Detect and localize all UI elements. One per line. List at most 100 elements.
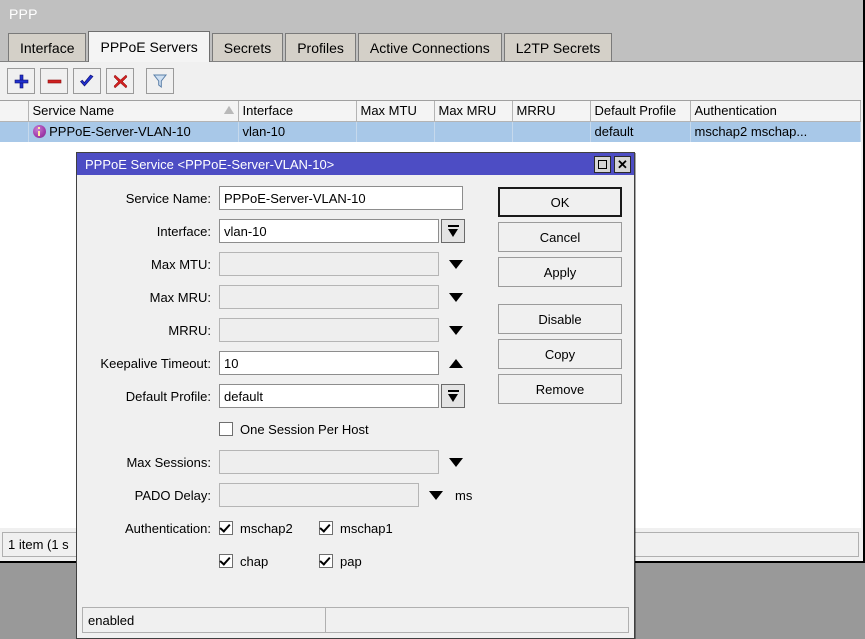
field-row-one-session-per-host: One Session Per Host xyxy=(77,416,487,442)
tab-interface[interactable]: Interface xyxy=(8,33,86,61)
column-header-mrru[interactable]: MRRU xyxy=(512,101,590,121)
dialog-status-bar: enabled xyxy=(82,607,629,633)
field-row-authentication-2: chap pap xyxy=(77,548,487,574)
label-authentication: Authentication: xyxy=(77,521,219,536)
mschap1-checkbox[interactable] xyxy=(319,521,333,535)
mrru-input[interactable] xyxy=(219,318,439,342)
default-profile-input[interactable] xyxy=(219,384,439,408)
remove-button[interactable] xyxy=(40,68,68,94)
auth-option-mschap1: mschap1 xyxy=(319,521,419,536)
pap-label: pap xyxy=(340,554,362,569)
tab-active-connections[interactable]: Active Connections xyxy=(358,33,502,61)
interface-input[interactable] xyxy=(219,219,439,243)
authentication-options-row-2: chap pap xyxy=(219,554,419,569)
plus-icon xyxy=(14,74,29,89)
add-button[interactable] xyxy=(7,68,35,94)
dialog-status-secondary xyxy=(326,607,629,633)
auth-option-chap: chap xyxy=(219,554,319,569)
minus-icon xyxy=(47,74,62,89)
cell-service-name-text: PPPoE-Server-VLAN-10 xyxy=(49,124,191,139)
label-max-sessions: Max Sessions: xyxy=(77,455,219,470)
copy-button[interactable]: Copy xyxy=(498,339,622,369)
mschap1-label: mschap1 xyxy=(340,521,393,536)
close-icon: ✕ xyxy=(617,158,628,171)
close-button[interactable]: ✕ xyxy=(614,156,631,173)
pado-delay-unit-label: ms xyxy=(455,488,472,503)
ppp-window-titlebar: PPP xyxy=(0,0,863,28)
auth-option-mschap2: mschap2 xyxy=(219,521,319,536)
chap-checkbox[interactable] xyxy=(219,554,233,568)
max-sessions-input[interactable] xyxy=(219,450,439,474)
row-flag-cell xyxy=(0,121,28,142)
mrru-dropdown-button[interactable] xyxy=(445,326,467,335)
filter-button[interactable] xyxy=(146,68,174,94)
cell-default-profile: default xyxy=(590,121,690,142)
max-mru-dropdown-button[interactable] xyxy=(445,293,467,302)
column-header-default-profile[interactable]: Default Profile xyxy=(590,101,690,121)
tab-l2tp-secrets[interactable]: L2TP Secrets xyxy=(504,33,613,61)
keepalive-timeout-stepper[interactable] xyxy=(445,359,467,368)
column-header-flags[interactable] xyxy=(0,101,28,121)
field-row-authentication-1: Authentication: mschap2 mschap1 xyxy=(77,515,487,541)
tab-profiles[interactable]: Profiles xyxy=(285,33,356,61)
auth-option-pap: pap xyxy=(319,554,419,569)
enable-button[interactable] xyxy=(73,68,101,94)
table-header-row: Service Name Interface Max MTU Max MRU M… xyxy=(0,101,861,121)
cancel-button[interactable]: Cancel xyxy=(498,222,622,252)
chevron-down-icon xyxy=(448,390,459,402)
mschap2-checkbox[interactable] xyxy=(219,521,233,535)
field-row-max-mru: Max MRU: xyxy=(77,284,487,310)
ok-button[interactable]: OK xyxy=(498,187,622,217)
pap-checkbox[interactable] xyxy=(319,554,333,568)
disable-button[interactable]: Disable xyxy=(498,304,622,334)
column-header-max-mru[interactable]: Max MRU xyxy=(434,101,512,121)
field-row-mrru: MRRU: xyxy=(77,317,487,343)
cell-interface: vlan-10 xyxy=(238,121,356,142)
label-interface: Interface: xyxy=(77,224,219,239)
cell-mrru xyxy=(512,121,590,142)
label-service-name: Service Name: xyxy=(77,191,219,206)
interface-dropdown-button[interactable] xyxy=(441,219,465,243)
pado-delay-dropdown-button[interactable] xyxy=(425,491,447,500)
label-max-mru: Max MRU: xyxy=(77,290,219,305)
field-row-default-profile: Default Profile: xyxy=(77,383,487,409)
default-profile-dropdown-button[interactable] xyxy=(441,384,465,408)
label-keepalive-timeout: Keepalive Timeout: xyxy=(77,356,219,371)
apply-button[interactable]: Apply xyxy=(498,257,622,287)
one-session-per-host-checkbox[interactable] xyxy=(219,422,233,436)
field-row-keepalive-timeout: Keepalive Timeout: xyxy=(77,350,487,376)
disable-button[interactable] xyxy=(106,68,134,94)
chevron-down-icon xyxy=(449,260,463,269)
table-row[interactable]: PPPoE-Server-VLAN-10 vlan-10 default msc… xyxy=(0,121,861,142)
remove-button[interactable]: Remove xyxy=(498,374,622,404)
max-mtu-input[interactable] xyxy=(219,252,439,276)
max-mtu-dropdown-button[interactable] xyxy=(445,260,467,269)
cross-icon xyxy=(113,74,128,89)
dialog-titlebar[interactable]: PPPoE Service <PPPoE-Server-VLAN-10> ✕ xyxy=(77,153,634,175)
label-mrru: MRRU: xyxy=(77,323,219,338)
cell-max-mru xyxy=(434,121,512,142)
dialog-title: PPPoE Service <PPPoE-Server-VLAN-10> xyxy=(85,157,591,172)
chevron-down-icon xyxy=(429,491,443,500)
column-header-interface[interactable]: Interface xyxy=(238,101,356,121)
column-header-service-name[interactable]: Service Name xyxy=(28,101,238,121)
pado-delay-input[interactable] xyxy=(219,483,419,507)
tab-secrets[interactable]: Secrets xyxy=(212,33,283,61)
one-session-per-host-label: One Session Per Host xyxy=(240,422,369,437)
cell-service-name: PPPoE-Server-VLAN-10 xyxy=(28,121,238,142)
sort-ascending-icon xyxy=(224,106,234,114)
chap-label: chap xyxy=(240,554,268,569)
cell-max-mtu xyxy=(356,121,434,142)
dialog-status-text: enabled xyxy=(82,607,326,633)
maximize-button[interactable] xyxy=(594,156,611,173)
tab-pppoe-servers[interactable]: PPPoE Servers xyxy=(88,31,209,62)
max-mru-input[interactable] xyxy=(219,285,439,309)
label-default-profile: Default Profile: xyxy=(77,389,219,404)
keepalive-timeout-input[interactable] xyxy=(219,351,439,375)
column-header-max-mtu[interactable]: Max MTU xyxy=(356,101,434,121)
funnel-icon xyxy=(152,73,168,89)
field-row-max-mtu: Max MTU: xyxy=(77,251,487,277)
max-sessions-dropdown-button[interactable] xyxy=(445,458,467,467)
column-header-authentication[interactable]: Authentication xyxy=(690,101,861,121)
service-name-input[interactable] xyxy=(219,186,463,210)
